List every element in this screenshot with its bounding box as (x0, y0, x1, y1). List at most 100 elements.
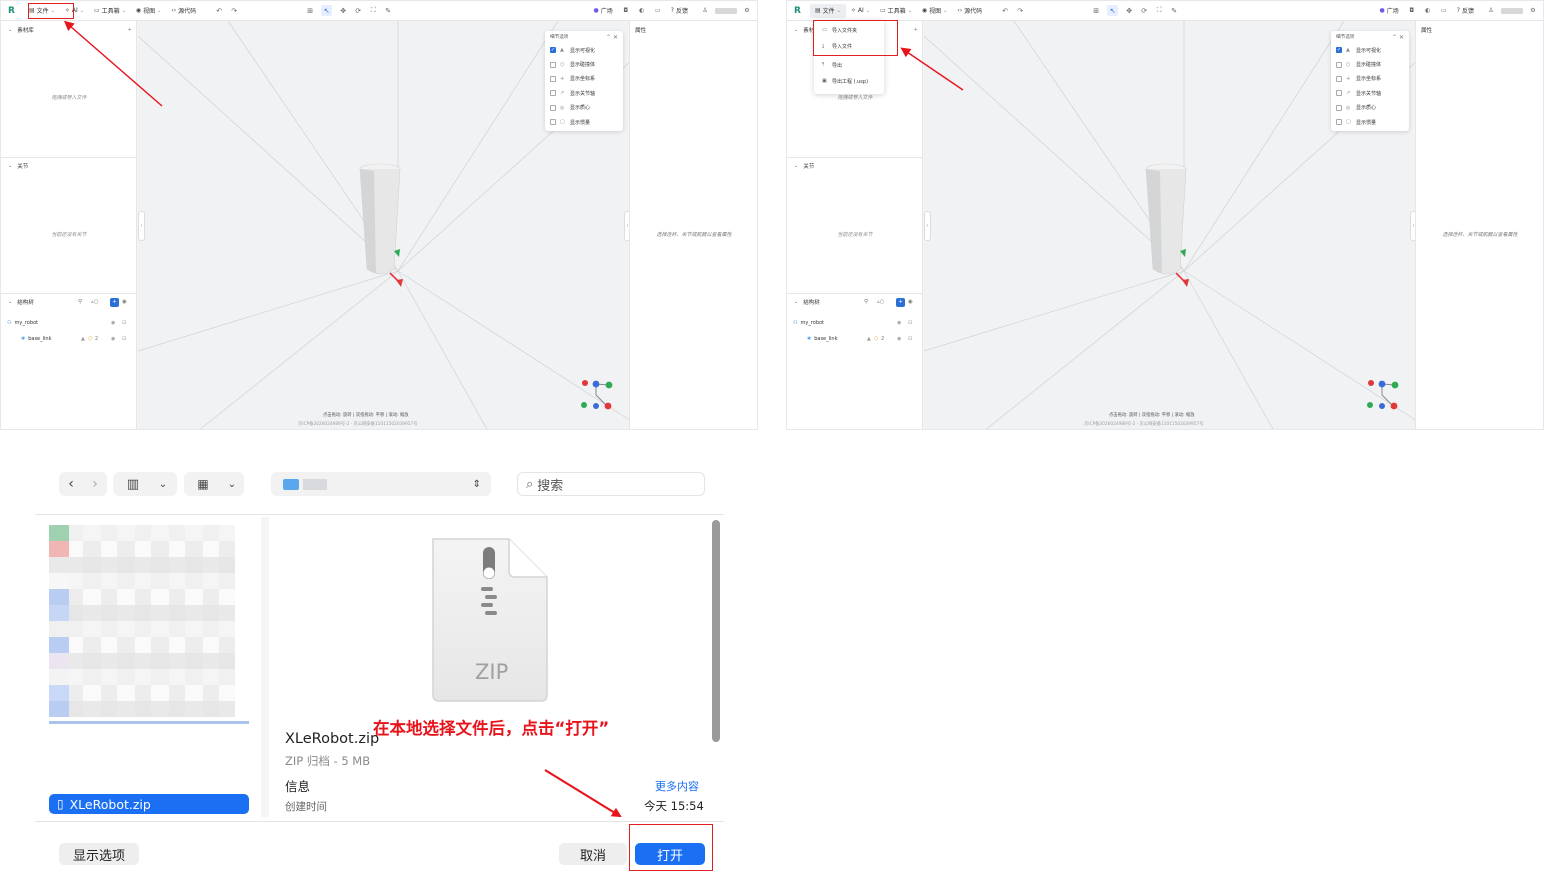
hierarchy-icon[interactable]: ⚲ (864, 299, 868, 305)
tree-section-header[interactable]: ⌄ 结构树 ⚲ ▵○ + ◉ (1, 295, 137, 309)
eye-icon[interactable]: ◉ (908, 299, 913, 305)
gear-icon[interactable]: ⚙ (743, 7, 751, 15)
checkbox[interactable] (1336, 119, 1342, 126)
hierarchy-icon[interactable]: ⚲ (78, 299, 82, 305)
tree-section-header[interactable]: ⌄ 结构树 ⚲ ▵○ + ◉ (787, 295, 923, 309)
detail-option-3[interactable]: ↗ 显示关节轴 (545, 86, 623, 100)
left-panel-toggle[interactable]: ‹ (924, 211, 931, 241)
measure-tool-icon[interactable]: ✎ (384, 7, 392, 15)
camera-icon[interactable]: ◘ (622, 7, 630, 15)
cancel-button[interactable]: 取消 (559, 843, 627, 865)
location-popup[interactable]: ⇕ (271, 472, 491, 496)
eye-icon[interactable]: ◉ (122, 299, 127, 305)
detail-option-2[interactable]: ✛ 显示坐标系 (1331, 72, 1409, 86)
menu-item-export[interactable]: ⤒ 导出 (814, 57, 884, 73)
3d-viewport[interactable]: 细节选项 ⌃ ✕ ✓ ▲ 显示可视化 ⬡ 显示碰撞体 ✛ 显示坐标系 ↗ 显示关节轴 ◎ 显示质心 ▢ 显… (138, 21, 631, 429)
detail-option-4[interactable]: ◎ 显示质心 (1331, 101, 1409, 115)
eye-icon[interactable]: ◉ (897, 320, 901, 326)
checkbox[interactable] (1336, 75, 1342, 82)
checkbox[interactable] (550, 119, 556, 126)
plaza-link[interactable]: ● 广场 (589, 4, 618, 18)
joints-section-header[interactable]: ⌄ 关节 (1, 159, 137, 173)
tree-item-robot[interactable]: ⚇ my_robot ◉ ⊡ (1, 317, 137, 329)
grid-tool-icon[interactable]: ⊞ (1092, 7, 1100, 15)
detail-option-5[interactable]: ▢ 显示惯量 (545, 115, 623, 129)
user-icon[interactable]: ♙ (701, 7, 709, 15)
shape-filter-icon[interactable]: ▵○ (877, 299, 885, 305)
checkbox[interactable] (550, 75, 556, 82)
rotate-tool-icon[interactable]: ⟳ (354, 7, 362, 15)
assets-section-header[interactable]: ⌄ 素材库 + (1, 23, 137, 37)
checkbox[interactable] (550, 61, 556, 68)
tree-item-robot[interactable]: ⚇ my_robot ◉ ⊡ (787, 317, 923, 329)
menu-ai[interactable]: ✧ AI ⌄ (846, 4, 875, 18)
eye-icon[interactable]: ◉ (111, 336, 115, 342)
collapse-icon[interactable]: ⌃ ✕ (606, 34, 618, 41)
monitor-icon[interactable]: ▭ (1440, 7, 1448, 15)
grid-tool-icon[interactable]: ⊞ (306, 7, 314, 15)
detail-option-1[interactable]: ⬡ 显示碰撞体 (545, 57, 623, 71)
undo-icon[interactable]: ↶ (215, 7, 223, 15)
show-options-button[interactable]: 显示选项 (59, 843, 139, 865)
checkbox[interactable] (1336, 104, 1342, 111)
menu-toolbox[interactable]: ▭ 工具箱 ⌄ (89, 4, 131, 18)
lock-icon[interactable]: ⊡ (122, 336, 126, 342)
assets-add-icon[interactable]: + (127, 27, 132, 33)
feedback-link[interactable]: ? 反馈 (666, 4, 693, 18)
checkbox[interactable]: ✓ (550, 47, 556, 54)
lock-icon[interactable]: ⊡ (908, 320, 912, 326)
menu-code[interactable]: ‹› 源代码 (166, 4, 201, 18)
menu-item-export-project[interactable]: ▣ 导出工程 (.usp) (814, 73, 884, 89)
detail-option-0[interactable]: ✓ ▲ 显示可视化 (1331, 43, 1409, 57)
tree-item-link[interactable]: ✱ base_link ▲ ⬡ 2 ◉ ⊡ (1, 333, 137, 345)
checkbox[interactable]: ✓ (1336, 47, 1342, 54)
select-tool-icon[interactable]: ↖ (321, 5, 333, 16)
rotate-tool-icon[interactable]: ⟳ (1140, 7, 1148, 15)
menu-file[interactable]: ▤ 文件 ⌄ (810, 3, 846, 18)
lock-icon[interactable]: ⊡ (122, 320, 126, 326)
undo-icon[interactable]: ↶ (1001, 7, 1009, 15)
menu-eye[interactable]: ◉ 视图 ⌄ (917, 4, 952, 18)
more-info-link[interactable]: 更多内容 (655, 778, 699, 794)
add-link-icon[interactable]: + (896, 297, 905, 307)
left-panel-toggle[interactable]: ‹ (138, 211, 145, 241)
select-tool-icon[interactable]: ↖ (1107, 5, 1119, 16)
menu-eye[interactable]: ◉ 视图 ⌄ (131, 4, 166, 18)
camera-icon[interactable]: ◘ (1408, 7, 1416, 15)
redo-icon[interactable]: ↷ (1016, 7, 1024, 15)
gear-icon[interactable]: ⚙ (1529, 7, 1537, 15)
menu-code[interactable]: ‹› 源代码 (952, 4, 987, 18)
selected-file-row[interactable]: ▯ XLeRobot.zip (49, 794, 249, 814)
add-link-icon[interactable]: + (110, 297, 119, 307)
detail-option-0[interactable]: ✓ ▲ 显示可视化 (545, 43, 623, 57)
move-tool-icon[interactable]: ✥ (1125, 7, 1133, 15)
scale-tool-icon[interactable]: ⛶ (369, 6, 377, 15)
palette-icon[interactable]: ◐ (638, 7, 646, 15)
preview-scrollbar[interactable] (712, 520, 720, 742)
move-tool-icon[interactable]: ✥ (339, 7, 347, 15)
checkbox[interactable] (1336, 61, 1342, 68)
shape-filter-icon[interactable]: ▵○ (91, 299, 99, 305)
feedback-link[interactable]: ? 反馈 (1452, 4, 1479, 18)
checkbox[interactable] (550, 104, 556, 111)
back-icon[interactable]: ‹ (59, 476, 83, 492)
checkbox[interactable] (550, 90, 556, 97)
palette-icon[interactable]: ◐ (1424, 7, 1432, 15)
tree-item-link[interactable]: ✱ base_link ▲ ⬡ 2 ◉ ⊡ (787, 333, 923, 345)
detail-option-1[interactable]: ⬡ 显示碰撞体 (1331, 57, 1409, 71)
search-field[interactable]: ⌕ 搜索 (517, 472, 705, 496)
detail-option-4[interactable]: ◎ 显示质心 (545, 101, 623, 115)
view-mode-columns[interactable]: ▥ ⌄ (113, 472, 177, 496)
forward-icon[interactable]: › (83, 476, 107, 492)
detail-option-2[interactable]: ✛ 显示坐标系 (545, 72, 623, 86)
user-icon[interactable]: ♙ (1487, 7, 1495, 15)
scale-tool-icon[interactable]: ⛶ (1155, 6, 1163, 15)
monitor-icon[interactable]: ▭ (654, 7, 662, 15)
redo-icon[interactable]: ↷ (230, 7, 238, 15)
view-mode-grid[interactable]: ▦ ⌄ (184, 472, 244, 496)
eye-icon[interactable]: ◉ (897, 336, 901, 342)
eye-icon[interactable]: ◉ (111, 320, 115, 326)
measure-tool-icon[interactable]: ✎ (1170, 7, 1178, 15)
3d-viewport[interactable]: 细节选项 ⌃ ✕ ✓ ▲ 显示可视化 ⬡ 显示碰撞体 ✛ 显示坐标系 ↗ 显示关节轴 ◎ 显示质心 ▢ 显… (924, 21, 1417, 429)
detail-option-5[interactable]: ▢ 显示惯量 (1331, 115, 1409, 129)
